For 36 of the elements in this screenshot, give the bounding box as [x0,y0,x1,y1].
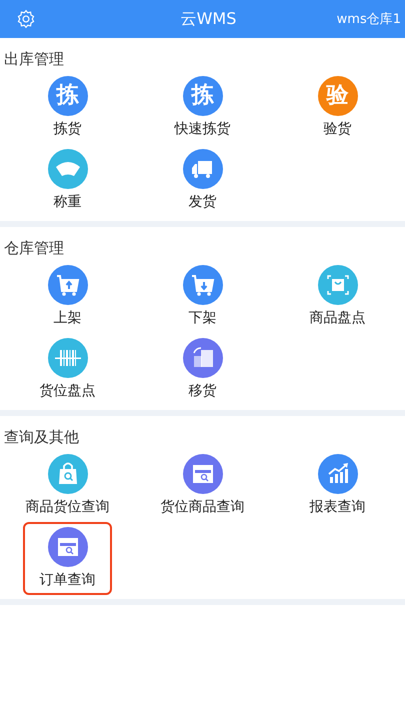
menu-item[interactable]: 验 验货 [293,71,382,144]
menu-item[interactable]: 上架 [23,260,112,333]
menu-label: 验货 [324,120,352,138]
menu-label: 快速拣货 [174,120,230,138]
section-title: 仓库管理 [3,239,65,258]
menu-label: 上架 [54,309,82,327]
menu-item[interactable]: 货位盘点 [23,333,112,406]
menu-item[interactable]: 订单查询 [23,522,112,595]
glyph-icon: 拣 [48,76,88,116]
menu-label: 发货 [188,193,216,211]
menu-label: 订单查询 [40,571,96,589]
menu-item[interactable]: 发货 [158,144,247,217]
glyph-icon: 验 [318,76,358,116]
section-title: 查询及其他 [3,428,80,447]
menu-label: 货位商品查询 [160,498,244,516]
menu-item[interactable]: 报表查询 [293,449,382,522]
menu-label: 货位盘点 [40,382,96,400]
menu-label: 下架 [188,309,216,327]
menu-item[interactable]: 拣 快速拣货 [158,71,247,144]
menu-label: 称重 [54,193,82,211]
settings-icon[interactable] [16,9,36,29]
menu-label: 移货 [188,382,216,400]
menu-item[interactable]: 拣 拣货 [23,71,112,144]
menu-label: 拣货 [54,120,82,138]
app-title: 云WMS [180,8,236,30]
menu-item[interactable]: 称重 [23,144,112,217]
menu-item[interactable]: 商品盘点 [293,260,382,333]
section-title: 出库管理 [3,50,65,69]
menu-label: 报表查询 [310,498,366,516]
menu-item[interactable]: 下架 [158,260,247,333]
menu-item[interactable]: 移货 [158,333,247,406]
menu-item[interactable]: 货位商品查询 [158,449,247,522]
menu-item[interactable]: 商品货位查询 [23,449,112,522]
menu-label: 商品盘点 [310,309,366,327]
menu-label: 商品货位查询 [26,498,110,516]
glyph-icon: 拣 [182,76,222,116]
